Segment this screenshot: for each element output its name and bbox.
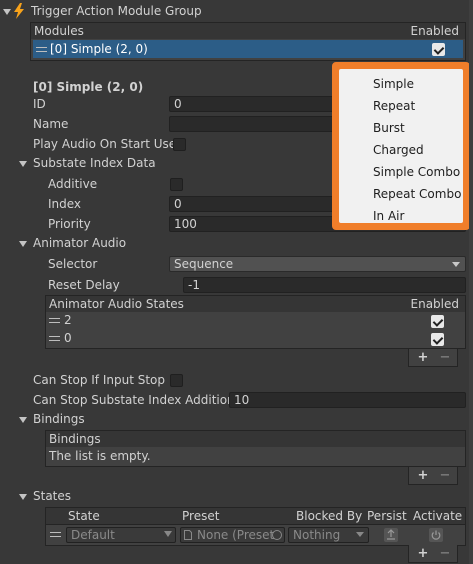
blocked-by-value: Nothing [293, 528, 341, 542]
states-table: Default None (Preset Nothing [45, 524, 466, 546]
drag-handle-icon[interactable] [50, 532, 61, 537]
bindings-add-remove: + − [408, 467, 458, 485]
audio-states-list: 2 0 [45, 312, 466, 349]
audio-states-add-remove: + − [408, 349, 458, 367]
can-stop-checkbox[interactable] [170, 374, 183, 387]
group-title: Trigger Action Module Group [31, 4, 202, 18]
id-label: ID [33, 97, 46, 111]
activate-toggle[interactable] [429, 528, 443, 542]
list-item-audio-state-0[interactable]: 2 [46, 312, 465, 330]
additive-checkbox[interactable] [170, 178, 183, 191]
bindings-header-label: Bindings [49, 432, 101, 446]
bindings-title: Bindings [33, 412, 85, 426]
menu-item-simple[interactable]: Simple [373, 76, 414, 92]
substate-addition-label: Can Stop Substate Index Addition [33, 393, 235, 407]
lightning-icon [14, 3, 24, 19]
audio-states-enabled-header: Enabled [410, 297, 460, 311]
index-label: Index [48, 197, 82, 211]
remove-button[interactable]: − [435, 545, 455, 562]
animator-audio-title: Animator Audio [33, 236, 127, 250]
remove-button[interactable]: − [435, 349, 455, 366]
module-type-menu-panel: Simple Repeat Burst Charged Simple Combo… [339, 69, 463, 223]
menu-item-repeat-combo[interactable]: Repeat Combo [373, 186, 461, 202]
states-col-persist: Persist [367, 509, 407, 523]
modules-list: [0] Simple (2, 0) [30, 39, 466, 61]
states-col-preset: Preset [182, 509, 220, 523]
modules-list-header: Modules Enabled [30, 22, 466, 40]
state-name-value: Default [71, 528, 115, 542]
remove-button[interactable]: − [435, 467, 455, 484]
audio-state-enabled-checkbox[interactable] [431, 333, 444, 346]
module-type-menu: Simple Repeat Burst Charged Simple Combo… [332, 62, 470, 230]
scrollbar[interactable] [469, 0, 473, 564]
audio-states-header-label: Animator Audio States [49, 297, 184, 311]
power-icon [431, 530, 441, 540]
menu-item-repeat[interactable]: Repeat [373, 98, 415, 114]
persist-toggle[interactable] [384, 528, 398, 542]
persist-icon [387, 529, 395, 540]
preset-file-icon [184, 530, 192, 540]
substate-foldout-icon[interactable] [19, 161, 27, 167]
audio-state-enabled-checkbox[interactable] [431, 315, 444, 328]
state-name-field[interactable]: Default [66, 527, 176, 543]
additive-label: Additive [48, 177, 98, 191]
object-picker-icon[interactable] [272, 530, 282, 540]
menu-item-simple-combo[interactable]: Simple Combo [373, 164, 460, 180]
list-item-audio-state-1[interactable]: 0 [46, 330, 465, 348]
states-add-remove: + − [408, 545, 458, 563]
play-audio-checkbox[interactable] [173, 138, 186, 151]
preset-value: None (Preset [197, 528, 275, 542]
drag-handle-icon[interactable] [49, 318, 60, 323]
bindings-list-header: Bindings [45, 430, 466, 448]
states-col-state: State [68, 509, 100, 523]
module-enabled-checkbox[interactable] [432, 43, 445, 56]
selected-module-title: [0] Simple (2, 0) [33, 80, 144, 94]
substate-addition-field[interactable]: 10 [229, 392, 466, 408]
preset-field[interactable]: None (Preset [180, 527, 285, 543]
bindings-empty-text: The list is empty. [49, 449, 151, 463]
chevron-down-icon [164, 531, 172, 537]
drag-handle-icon[interactable] [49, 336, 60, 341]
states-col-blocked-by: Blocked By [296, 509, 363, 523]
animator-audio-foldout-icon[interactable] [19, 241, 27, 247]
selector-dropdown[interactable]: Sequence [169, 256, 466, 272]
drag-handle-icon[interactable] [36, 47, 47, 52]
group-foldout-icon[interactable] [3, 9, 11, 15]
add-button[interactable]: + [413, 545, 433, 562]
states-table-header: State Preset Blocked By Persist Activate [45, 507, 466, 525]
audio-state-label: 0 [64, 331, 72, 345]
priority-label: Priority [48, 217, 91, 231]
add-button[interactable]: + [413, 349, 433, 366]
modules-header-label: Modules [34, 24, 84, 38]
menu-item-charged[interactable]: Charged [373, 142, 424, 158]
audio-state-label: 2 [64, 313, 72, 327]
add-button[interactable]: + [413, 467, 433, 484]
bindings-foldout-icon[interactable] [19, 417, 27, 423]
substate-title: Substate Index Data [33, 156, 156, 170]
selector-value: Sequence [174, 257, 234, 271]
bindings-list: The list is empty. [45, 447, 466, 467]
can-stop-label: Can Stop If Input Stop [33, 373, 165, 387]
audio-states-header: Animator Audio States Enabled [45, 295, 466, 313]
states-title: States [33, 489, 72, 503]
list-item-module-0[interactable]: [0] Simple (2, 0) [33, 40, 463, 58]
table-row[interactable]: Default None (Preset Nothing [46, 525, 465, 545]
modules-enabled-header: Enabled [410, 24, 460, 38]
menu-item-in-air[interactable]: In Air [373, 208, 404, 224]
module-item-label: [0] Simple (2, 0) [50, 42, 148, 56]
states-col-activate: Activate [413, 509, 463, 523]
reset-delay-label: Reset Delay [48, 278, 120, 292]
reset-delay-field[interactable]: -1 [183, 277, 466, 293]
blocked-by-dropdown[interactable]: Nothing [288, 527, 369, 543]
chevron-down-icon [356, 532, 364, 537]
name-label: Name [33, 117, 69, 131]
states-foldout-icon[interactable] [19, 494, 27, 500]
menu-item-burst[interactable]: Burst [373, 120, 405, 136]
play-audio-label: Play Audio On Start Use [33, 137, 177, 151]
chevron-down-icon [452, 262, 460, 267]
selector-label: Selector [48, 257, 98, 271]
